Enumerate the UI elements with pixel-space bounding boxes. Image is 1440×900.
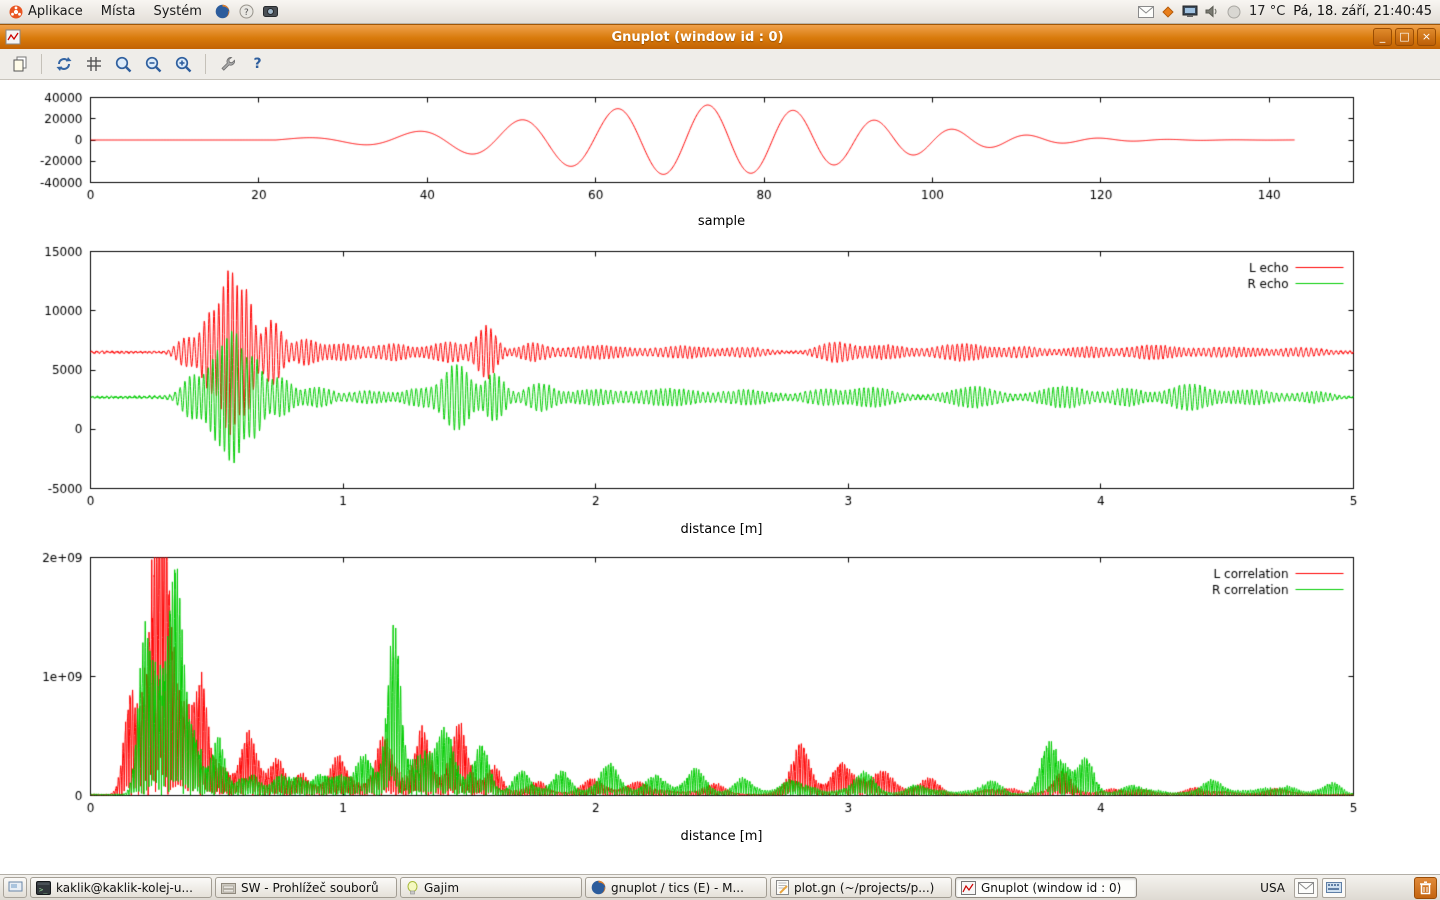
temperature-label: 17 °C	[1249, 4, 1285, 19]
volume-icon[interactable]	[1205, 5, 1220, 18]
gnuplot-icon	[961, 881, 976, 895]
gnuplot-window: Gnuplot (window id : 0) _□× ? sample dis…	[0, 24, 1440, 874]
help-icon: ?	[239, 4, 254, 19]
plot-area[interactable]: sample distance [m] distance [m]	[0, 80, 1440, 874]
toolbar-separator	[205, 54, 206, 74]
taskbar-item[interactable]: Gajim	[400, 877, 582, 898]
copy-icon	[11, 55, 29, 73]
terminal-icon: >_	[36, 881, 51, 895]
taskbar-item-label: kaklik@kaklik-kolej-u...	[56, 881, 193, 895]
launcher-help-icon[interactable]: ?	[235, 0, 259, 23]
svg-text:?: ?	[244, 8, 249, 18]
mail-icon[interactable]	[1294, 878, 1318, 898]
minimize-button[interactable]: _	[1373, 28, 1392, 46]
plot1-canvas[interactable]	[0, 80, 1440, 240]
settings-button[interactable]	[214, 52, 241, 77]
settings-icon	[219, 55, 237, 73]
grid-button[interactable]	[80, 52, 107, 77]
taskbar-item-label: SW - Prohlížeč souborů	[241, 881, 379, 895]
plot3-canvas[interactable]	[0, 540, 1440, 874]
window-controls: _□×	[1373, 28, 1436, 46]
plot2-canvas[interactable]	[0, 240, 1440, 540]
zoom-out-button[interactable]	[140, 52, 167, 77]
refresh-icon	[55, 55, 73, 73]
weather-icon[interactable]	[1227, 5, 1241, 19]
zoom-previous-button[interactable]	[110, 52, 137, 77]
taskbar-item[interactable]: Gnuplot (window id : 0)	[955, 877, 1137, 898]
taskbar-item[interactable]: >_ kaklik@kaklik-kolej-u...	[30, 877, 212, 898]
maximize-button[interactable]: □	[1395, 28, 1414, 46]
show-desktop-button[interactable]	[3, 877, 27, 898]
clock-applet[interactable]: Pá, 18. září, 21:40:45	[1293, 4, 1432, 19]
desktop: Aplikace Místa Systém? 17 °C Pá, 18. září,…	[0, 0, 1440, 900]
taskbar-item[interactable]: gnuplot / tics (E) - M...	[585, 877, 767, 898]
firefox-icon	[591, 880, 606, 895]
menu-system[interactable]: Systém	[144, 0, 210, 23]
toolbar: ?	[0, 49, 1440, 80]
gnuplot-window-icon	[4, 29, 22, 45]
zoom-in-icon	[174, 55, 193, 74]
window-list: >_ kaklik@kaklik-kolej-u... SW - Prohlížeč…	[30, 877, 1137, 898]
firefox-icon	[215, 4, 230, 19]
taskbar: >_ kaklik@kaklik-kolej-u... SW - Prohlížeč…	[0, 874, 1440, 900]
menu-label: Místa	[101, 4, 136, 19]
text-editor-icon	[776, 880, 789, 895]
menu-label: Aplikace	[28, 4, 83, 19]
panel-menus: Aplikace Místa Systém?	[0, 0, 283, 23]
taskbar-item[interactable]: plot.gn (~/projects/p...)	[770, 877, 952, 898]
zoom-previous-icon	[114, 55, 133, 74]
display-icon[interactable]	[1182, 5, 1198, 18]
taskbar-tray	[1294, 877, 1437, 899]
screenshot-icon	[263, 5, 278, 18]
help-button[interactable]: ?	[244, 52, 271, 77]
menu-places[interactable]: Místa	[92, 0, 145, 23]
ubuntu-logo-icon	[9, 5, 23, 19]
update-icon[interactable]	[1161, 5, 1175, 19]
svg-text:>_: >_	[39, 886, 48, 894]
refresh-button[interactable]	[50, 52, 77, 77]
file-manager-icon	[221, 881, 236, 894]
taskbar-item-label: Gajim	[424, 881, 459, 895]
grid-icon	[85, 55, 103, 73]
trash-icon[interactable]	[1414, 877, 1437, 899]
top-panel: Aplikace Místa Systém? 17 °C Pá, 18. září,…	[0, 0, 1440, 24]
panel-notification-area: 17 °C Pá, 18. září, 21:40:45	[1138, 0, 1440, 23]
menu-applications[interactable]: Aplikace	[0, 0, 92, 23]
help-icon: ?	[253, 56, 261, 72]
gajim-icon	[406, 881, 419, 895]
keyboard-layout-indicator[interactable]: USA	[1260, 881, 1285, 895]
panel-tray	[1138, 5, 1241, 19]
taskbar-item-label: gnuplot / tics (E) - M...	[611, 881, 744, 895]
taskbar-item[interactable]: SW - Prohlížeč souborů	[215, 877, 397, 898]
taskbar-item-label: plot.gn (~/projects/p...)	[794, 881, 934, 895]
taskbar-item-label: Gnuplot (window id : 0)	[981, 881, 1121, 895]
zoom-in-button[interactable]	[170, 52, 197, 77]
mail-icon[interactable]	[1138, 6, 1154, 18]
copy-button[interactable]	[6, 52, 33, 77]
launcher-screenshot-icon[interactable]	[259, 0, 283, 23]
zoom-out-icon	[144, 55, 163, 74]
keyboard-icon[interactable]	[1322, 878, 1346, 898]
window-title: Gnuplot (window id : 0)	[22, 30, 1373, 45]
titlebar[interactable]: Gnuplot (window id : 0) _□×	[0, 24, 1440, 49]
launcher-firefox-icon[interactable]	[211, 0, 235, 23]
menu-label: Systém	[153, 4, 201, 19]
toolbar-separator	[41, 54, 42, 74]
close-button[interactable]: ×	[1417, 28, 1436, 46]
